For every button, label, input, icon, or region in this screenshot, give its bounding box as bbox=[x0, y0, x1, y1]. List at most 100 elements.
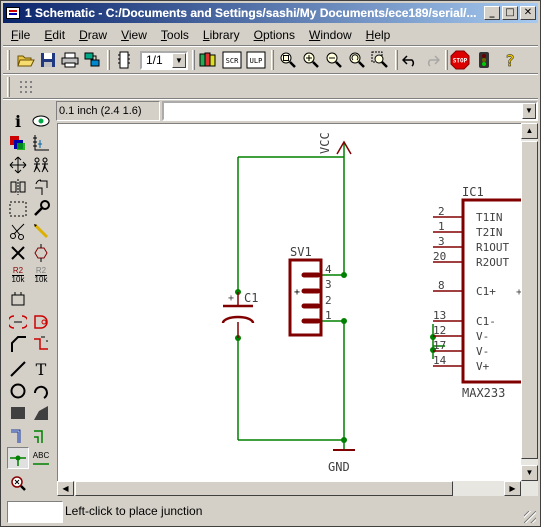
gnd-symbol[interactable]: GND bbox=[328, 449, 355, 474]
save-icon[interactable] bbox=[37, 49, 59, 71]
resize-grip[interactable] bbox=[524, 511, 536, 523]
header-sv1[interactable]: SV1 + 4 3 2 1 bbox=[288, 245, 332, 337]
sheet-select[interactable]: 1/1 ▼ bbox=[140, 51, 188, 70]
gateswap-icon[interactable] bbox=[30, 311, 52, 333]
scroll-right-icon[interactable]: ▶ bbox=[504, 481, 521, 496]
toolbar-separator bbox=[107, 50, 110, 70]
text-icon[interactable]: T bbox=[30, 358, 52, 380]
smash-icon[interactable] bbox=[7, 288, 29, 310]
paste-icon[interactable] bbox=[30, 220, 52, 242]
vcc-symbol[interactable]: VCC bbox=[318, 132, 352, 155]
menu-draw[interactable]: Draw bbox=[71, 26, 113, 44]
undo-icon[interactable] bbox=[399, 49, 421, 71]
erc-icon[interactable] bbox=[7, 472, 29, 494]
cut-icon[interactable] bbox=[7, 220, 29, 242]
zoom-fit-icon[interactable] bbox=[277, 49, 299, 71]
ic-pin-number: 14 bbox=[433, 354, 447, 367]
circle-icon[interactable] bbox=[7, 380, 29, 402]
stop-icon[interactable]: STOP bbox=[449, 49, 471, 71]
menu-view[interactable]: View bbox=[113, 26, 153, 44]
name-icon[interactable]: R2 10k bbox=[7, 264, 29, 286]
bus-icon[interactable] bbox=[7, 425, 29, 447]
library-icon[interactable] bbox=[197, 49, 219, 71]
menu-help[interactable]: Help bbox=[358, 26, 397, 44]
chevron-down-icon[interactable]: ▼ bbox=[522, 103, 536, 119]
copy-icon[interactable] bbox=[30, 154, 52, 176]
scroll-down-icon[interactable]: ▼ bbox=[521, 465, 538, 481]
zoom-out-icon[interactable] bbox=[323, 49, 345, 71]
show-icon[interactable] bbox=[30, 110, 52, 132]
toolbar-separator-line bbox=[3, 98, 538, 100]
delete-icon[interactable] bbox=[7, 242, 29, 264]
junction-dot[interactable] bbox=[341, 272, 347, 278]
pinswap-icon[interactable] bbox=[7, 311, 29, 333]
polygon-icon[interactable] bbox=[30, 402, 52, 424]
close-button[interactable]: ✕ bbox=[520, 6, 536, 20]
command-line-input[interactable]: ▼ bbox=[162, 101, 538, 121]
toolbar-grip[interactable] bbox=[7, 50, 10, 70]
menu-file[interactable]: File bbox=[3, 26, 36, 44]
info-icon[interactable]: i bbox=[7, 110, 29, 132]
ulp-icon[interactable]: ULP bbox=[245, 49, 267, 71]
ic-pin-name: V+ bbox=[476, 360, 490, 373]
junction-dot[interactable] bbox=[341, 437, 347, 443]
ic-pin-name: C1- bbox=[476, 315, 496, 328]
label-abc-icon[interactable]: ABC bbox=[30, 447, 52, 469]
sv1-plus: + bbox=[294, 287, 300, 298]
ic-max233[interactable]: IC1 MAX233 2 1 3 20 8 13 12 17 14 T1IN T… bbox=[433, 185, 521, 400]
menu-window[interactable]: Window bbox=[301, 26, 358, 44]
go-icon[interactable] bbox=[473, 49, 495, 71]
menu-tools[interactable]: Tools bbox=[153, 26, 195, 44]
vertical-scrollbar[interactable]: ▲ ▼ bbox=[521, 123, 538, 496]
grid-icon[interactable] bbox=[15, 76, 37, 98]
script-icon[interactable]: SCR bbox=[221, 49, 243, 71]
board-switch-icon[interactable] bbox=[113, 49, 135, 71]
zoom-redraw-icon[interactable] bbox=[346, 49, 368, 71]
maximize-button[interactable]: □ bbox=[502, 6, 518, 20]
capacitor-c1[interactable]: C1 + bbox=[221, 291, 258, 338]
open-icon[interactable] bbox=[15, 49, 37, 71]
print-icon[interactable] bbox=[59, 49, 81, 71]
horizontal-scrollbar[interactable]: ◀ ▶ bbox=[57, 481, 521, 496]
junction-icon[interactable] bbox=[7, 447, 29, 469]
chevron-down-icon[interactable]: ▼ bbox=[172, 53, 186, 68]
miter-icon[interactable] bbox=[7, 333, 29, 355]
ic1-label: IC1 bbox=[462, 185, 484, 199]
rect-icon[interactable] bbox=[7, 402, 29, 424]
mark-icon[interactable] bbox=[30, 132, 52, 154]
mirror-icon[interactable] bbox=[7, 176, 29, 198]
schematic-canvas[interactable]: VCC GND C1 + SV1 + 4 3 2 1 IC1 MAX233 2 … bbox=[57, 123, 521, 481]
horizontal-scroll-thumb[interactable] bbox=[75, 481, 453, 496]
junction-dot[interactable] bbox=[341, 318, 347, 324]
display-icon[interactable] bbox=[7, 132, 29, 154]
menu-options[interactable]: Options bbox=[246, 26, 301, 44]
ic-pin-number: 12 bbox=[433, 324, 446, 337]
minimize-button[interactable]: _ bbox=[484, 6, 500, 20]
ic-pin-name: R2OUT bbox=[476, 256, 509, 269]
scroll-up-icon[interactable]: ▲ bbox=[521, 123, 538, 139]
menu-library[interactable]: Library bbox=[195, 26, 246, 44]
rotate-icon[interactable] bbox=[30, 176, 52, 198]
title-bar[interactable]: 1 Schematic - C:/Documents and Settings/… bbox=[3, 3, 538, 23]
ic-pin-name: C1+ bbox=[476, 285, 496, 298]
wire-icon[interactable] bbox=[7, 358, 29, 380]
arc-icon[interactable] bbox=[30, 380, 52, 402]
app-icon[interactable] bbox=[6, 7, 20, 19]
cam-processor-icon[interactable] bbox=[81, 49, 103, 71]
change-icon[interactable] bbox=[30, 198, 52, 220]
zoom-in-icon[interactable] bbox=[300, 49, 322, 71]
toolbar-grip[interactable] bbox=[7, 77, 10, 97]
help-icon[interactable]: ? bbox=[499, 49, 521, 71]
vertical-scroll-thumb[interactable] bbox=[521, 141, 538, 459]
group-icon[interactable] bbox=[7, 198, 29, 220]
split-icon[interactable] bbox=[30, 333, 52, 355]
add-icon[interactable] bbox=[30, 242, 52, 264]
scroll-left-icon[interactable]: ◀ bbox=[57, 481, 74, 496]
move-icon[interactable] bbox=[7, 154, 29, 176]
redo-icon[interactable] bbox=[421, 49, 443, 71]
zoom-select-icon[interactable] bbox=[369, 49, 391, 71]
value-icon[interactable]: R2 10k bbox=[30, 264, 52, 286]
menu-edit[interactable]: Edit bbox=[36, 26, 71, 44]
net-icon[interactable] bbox=[30, 425, 52, 447]
toolbar-separator bbox=[395, 50, 398, 70]
